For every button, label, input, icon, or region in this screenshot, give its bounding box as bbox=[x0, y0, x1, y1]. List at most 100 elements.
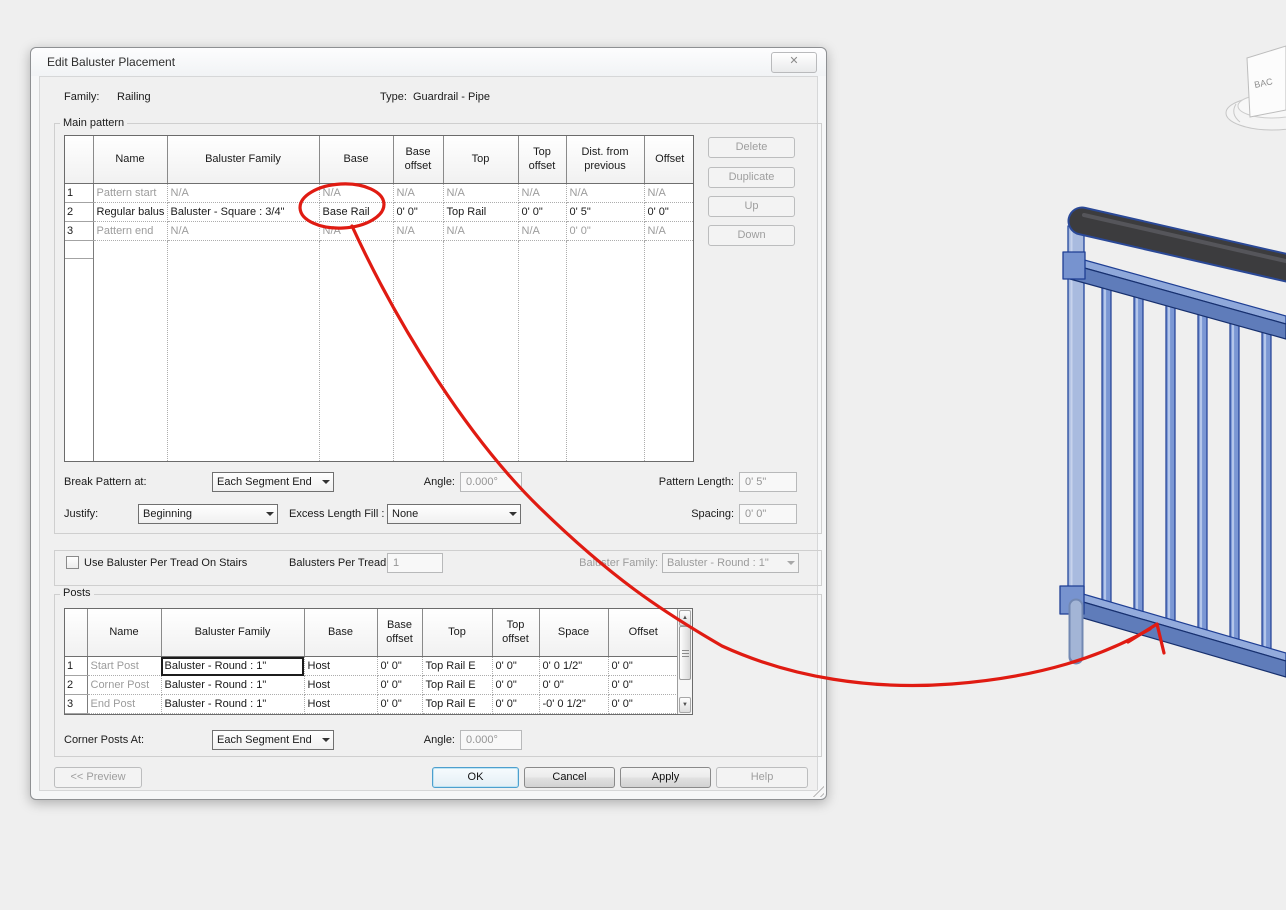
scroll-thumb[interactable] bbox=[679, 626, 691, 680]
column-header: Offset bbox=[644, 136, 693, 184]
row-number[interactable]: 3 bbox=[65, 694, 88, 714]
table-cell[interactable]: N/A bbox=[319, 221, 394, 241]
justify-select[interactable]: Beginning bbox=[138, 504, 278, 524]
table-cell[interactable]: 0' 0 1/2" bbox=[539, 656, 609, 676]
posts-table-scrollbar[interactable]: ▲ ▼ bbox=[677, 609, 692, 714]
table-cell[interactable]: Host bbox=[304, 656, 378, 676]
excess-length-fill-label: Excess Length Fill : bbox=[289, 508, 385, 520]
table-cell[interactable]: Top Rail bbox=[443, 202, 519, 222]
table-cell[interactable]: N/A bbox=[566, 183, 645, 203]
table-cell[interactable]: 0' 0" bbox=[492, 675, 540, 695]
table-cell[interactable]: 0' 0" bbox=[393, 202, 444, 222]
empty-cell bbox=[167, 240, 320, 461]
column-header: Baluster Family bbox=[161, 609, 305, 657]
column-header: Offset bbox=[608, 609, 678, 657]
apply-button[interactable]: Apply bbox=[620, 767, 711, 788]
table-cell[interactable]: N/A bbox=[443, 183, 519, 203]
empty-cell bbox=[304, 713, 378, 714]
table-cell[interactable]: N/A bbox=[167, 221, 320, 241]
table-cell[interactable]: Pattern start bbox=[93, 183, 168, 203]
table-cell[interactable]: Corner Post bbox=[87, 675, 162, 695]
row-number[interactable]: 2 bbox=[65, 675, 88, 695]
posts-angle-input: 0.000° bbox=[460, 730, 522, 750]
down-button[interactable]: Down bbox=[708, 225, 795, 246]
table-cell[interactable]: 0' 0" bbox=[608, 656, 678, 676]
scroll-down-icon[interactable]: ▼ bbox=[679, 697, 691, 713]
scroll-up-icon[interactable]: ▲ bbox=[679, 610, 691, 626]
close-icon[interactable]: ✕ bbox=[771, 52, 817, 73]
table-cell[interactable]: 0' 0" bbox=[377, 656, 423, 676]
row-number[interactable]: 3 bbox=[65, 221, 94, 241]
table-cell[interactable]: N/A bbox=[319, 183, 394, 203]
table-cell[interactable]: Host bbox=[304, 675, 378, 695]
empty-cell bbox=[161, 713, 305, 714]
table-cell[interactable]: Top Rail E bbox=[422, 675, 493, 695]
help-button[interactable]: Help bbox=[716, 767, 808, 788]
edit-baluster-placement-dialog: Edit Baluster Placement ✕ Family: Railin… bbox=[30, 47, 827, 800]
excess-length-fill-select[interactable]: None bbox=[387, 504, 521, 524]
table-cell[interactable]: 0' 0" bbox=[566, 221, 645, 241]
table-cell[interactable]: Base Rail bbox=[319, 202, 394, 222]
posts-group-label: Posts bbox=[60, 587, 94, 599]
cancel-button[interactable]: Cancel bbox=[524, 767, 615, 788]
empty-cell bbox=[393, 240, 444, 461]
posts-table: Name Baluster Family Base Base offset Top Top… bbox=[64, 608, 693, 715]
table-cell[interactable]: N/A bbox=[644, 221, 693, 241]
table-cell[interactable]: -0' 0 1/2" bbox=[539, 694, 609, 714]
table-cell[interactable]: 0' 0" bbox=[377, 675, 423, 695]
table-cell[interactable]: 0' 0" bbox=[608, 694, 678, 714]
screen: Edit Baluster Placement ✕ Family: Railin… bbox=[0, 0, 1286, 910]
use-baluster-per-tread-checkbox[interactable] bbox=[66, 556, 79, 569]
tread-baluster-family-select: Baluster - Round : 1" bbox=[662, 553, 799, 573]
family-label: Family: bbox=[64, 91, 100, 103]
table-cell[interactable]: 0' 0" bbox=[492, 694, 540, 714]
table-cell[interactable]: 0' 0" bbox=[608, 675, 678, 695]
table-cell[interactable]: Baluster - Round : 1" bbox=[161, 675, 305, 695]
table-cell[interactable]: 0' 0" bbox=[518, 202, 567, 222]
table-cell[interactable]: Regular balus bbox=[93, 202, 168, 222]
empty-cell bbox=[518, 240, 567, 461]
ok-button[interactable]: OK bbox=[432, 767, 519, 788]
up-button[interactable]: Up bbox=[708, 196, 795, 217]
chevron-down-icon bbox=[318, 480, 333, 484]
table-cell[interactable]: Baluster - Round : 1" bbox=[161, 694, 305, 714]
row-number[interactable]: 1 bbox=[65, 656, 88, 676]
pattern-length-input: 0' 5" bbox=[739, 472, 797, 492]
delete-button[interactable]: Delete bbox=[708, 137, 795, 158]
table-cell[interactable]: N/A bbox=[644, 183, 693, 203]
table-cell[interactable]: N/A bbox=[393, 221, 444, 241]
table-cell[interactable]: N/A bbox=[167, 183, 320, 203]
table-cell[interactable]: Start Post bbox=[87, 656, 162, 676]
posts-angle-label: Angle: bbox=[423, 734, 455, 746]
corner-posts-at-select[interactable]: Each Segment End bbox=[212, 730, 334, 750]
table-cell[interactable]: N/A bbox=[518, 221, 567, 241]
table-cell[interactable]: 0' 0" bbox=[644, 202, 693, 222]
break-pattern-select[interactable]: Each Segment End bbox=[212, 472, 334, 492]
duplicate-button[interactable]: Duplicate bbox=[708, 167, 795, 188]
table-cell[interactable]: Host bbox=[304, 694, 378, 714]
row-number bbox=[65, 240, 94, 461]
table-cell[interactable]: Baluster - Square : 3/4" bbox=[167, 202, 320, 222]
angle-label: Angle: bbox=[423, 476, 455, 488]
baluster bbox=[1165, 300, 1176, 625]
dialog-titlebar[interactable]: Edit Baluster Placement ✕ bbox=[31, 48, 826, 76]
table-cell[interactable]: 0' 5" bbox=[566, 202, 645, 222]
row-number[interactable]: 2 bbox=[65, 202, 94, 222]
table-cell[interactable]: 0' 0" bbox=[377, 694, 423, 714]
table-cell[interactable]: N/A bbox=[393, 183, 444, 203]
table-cell[interactable]: 0' 0" bbox=[492, 656, 540, 676]
table-cell[interactable]: Top Rail E bbox=[422, 694, 493, 714]
preview-button[interactable]: << Preview bbox=[54, 767, 142, 788]
table-cell[interactable]: Pattern end bbox=[93, 221, 168, 241]
row-number[interactable]: 1 bbox=[65, 183, 94, 203]
table-cell[interactable]: N/A bbox=[518, 183, 567, 203]
pattern-length-label: Pattern Length: bbox=[658, 476, 734, 488]
table-cell[interactable]: End Post bbox=[87, 694, 162, 714]
column-header: Name bbox=[87, 609, 162, 657]
break-pattern-value: Each Segment End bbox=[217, 476, 312, 488]
table-cell[interactable]: 0' 0" bbox=[539, 675, 609, 695]
table-cell[interactable]: N/A bbox=[443, 221, 519, 241]
baluster bbox=[1197, 309, 1208, 634]
table-cell[interactable]: Top Rail E bbox=[422, 656, 493, 676]
table-cell[interactable]: Baluster - Round : 1" bbox=[161, 656, 305, 676]
